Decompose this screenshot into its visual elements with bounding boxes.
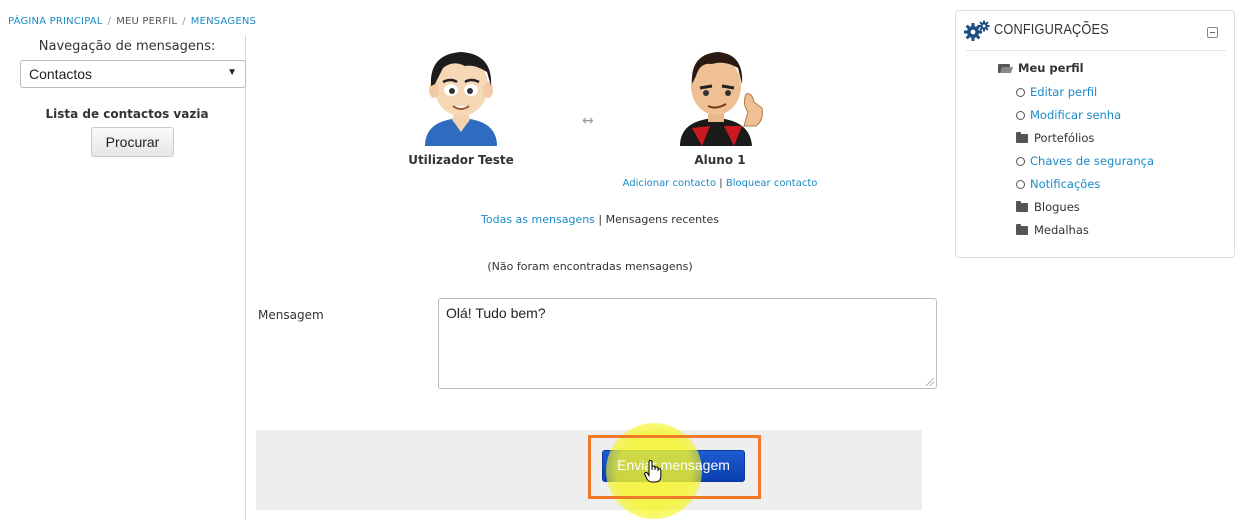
message-textarea[interactable]: Olá! Tudo bem?: [438, 298, 937, 389]
folder-icon: [1016, 201, 1028, 212]
breadcrumb-separator: /: [182, 16, 186, 27]
user-name-right: Aluno 1: [694, 153, 746, 167]
tree-item-portfolios[interactable]: Portefólios: [1016, 131, 1094, 145]
dropdown-caret-icon: ▼: [227, 67, 237, 78]
collapse-icon[interactable]: [1207, 27, 1218, 38]
tree-root-label: Meu perfil: [1018, 61, 1084, 75]
breadcrumb-home[interactable]: PÁGINA PRINCIPAL: [8, 16, 103, 27]
circle-icon: [1016, 180, 1025, 189]
tree-item-notifications[interactable]: Notificações: [1016, 177, 1100, 191]
circle-icon: [1016, 157, 1025, 166]
all-messages-link[interactable]: Todas as mensagens: [481, 213, 595, 226]
tree-item-label: Medalhas: [1034, 223, 1089, 237]
no-messages-text: (Não foram encontradas mensagens): [487, 260, 693, 273]
folder-icon: [1016, 224, 1028, 235]
user-avatar-right: [672, 46, 768, 146]
recent-messages-label: Mensagens recentes: [605, 213, 719, 226]
message-text: Olá! Tudo bem?: [446, 305, 546, 321]
divider: [966, 50, 1226, 51]
tree-item-blogs[interactable]: Blogues: [1016, 200, 1080, 214]
tree-item-label[interactable]: Modificar senha: [1030, 108, 1121, 122]
block-contact-link[interactable]: Bloquear contacto: [726, 178, 818, 189]
link-separator: |: [598, 213, 603, 226]
breadcrumb-profile[interactable]: MEU PERFIL: [116, 16, 177, 27]
tree-item-label[interactable]: Chaves de segurança: [1030, 154, 1154, 168]
tree-item-edit-profile[interactable]: Editar perfil: [1016, 85, 1097, 99]
breadcrumb: PÁGINA PRINCIPAL / MEU PERFIL / MENSAGENS: [8, 16, 256, 27]
settings-block: CONFIGURAÇÕES Meu perfil Editar perfil M…: [955, 10, 1235, 258]
empty-contacts-text: Lista de contactos vazia: [45, 107, 209, 121]
tree-item-label[interactable]: Editar perfil: [1030, 85, 1097, 99]
circle-icon: [1016, 111, 1025, 120]
tree-item-badges[interactable]: Medalhas: [1016, 223, 1089, 237]
user-avatar-left: [413, 46, 509, 146]
tree-item-label: Blogues: [1034, 200, 1080, 214]
bidirectional-arrow-icon: ↔: [582, 113, 594, 129]
settings-block-title: CONFIGURAÇÕES: [994, 21, 1109, 38]
send-message-button-label[interactable]: Enviar mensagem: [602, 450, 745, 482]
message-label: Mensagem: [258, 308, 324, 322]
message-navigation-sidebar: Navegação de mensagens: Contactos ▼ List…: [8, 35, 246, 520]
gear-icon: [964, 20, 990, 46]
breadcrumb-separator: /: [107, 16, 112, 27]
link-separator: |: [719, 178, 723, 189]
message-navigation-select[interactable]: Contactos ▼: [20, 60, 246, 88]
message-navigation-label: Navegação de mensagens:: [38, 39, 216, 54]
resize-handle-icon[interactable]: [926, 378, 934, 386]
breadcrumb-messages[interactable]: MENSAGENS: [191, 16, 256, 27]
message-filter-links: Todas as mensagens | Mensagens recentes: [450, 213, 750, 226]
add-contact-link[interactable]: Adicionar contacto: [623, 178, 716, 189]
user-name-left: Utilizador Teste: [408, 153, 514, 167]
tree-item-label[interactable]: Notificações: [1030, 177, 1100, 191]
contact-actions: Adicionar contacto | Bloquear contacto: [600, 178, 840, 189]
circle-icon: [1016, 88, 1025, 97]
tree-root-my-profile[interactable]: Meu perfil: [998, 61, 1084, 75]
folder-open-icon: [998, 64, 1012, 73]
tree-item-label: Portefólios: [1034, 131, 1095, 145]
hand-cursor-icon: [644, 459, 662, 488]
folder-icon: [1016, 132, 1028, 143]
tree-item-security-keys[interactable]: Chaves de segurança: [1016, 154, 1154, 168]
select-value: Contactos: [29, 66, 93, 82]
search-button[interactable]: Procurar: [91, 127, 174, 157]
tree-item-change-password[interactable]: Modificar senha: [1016, 108, 1121, 122]
